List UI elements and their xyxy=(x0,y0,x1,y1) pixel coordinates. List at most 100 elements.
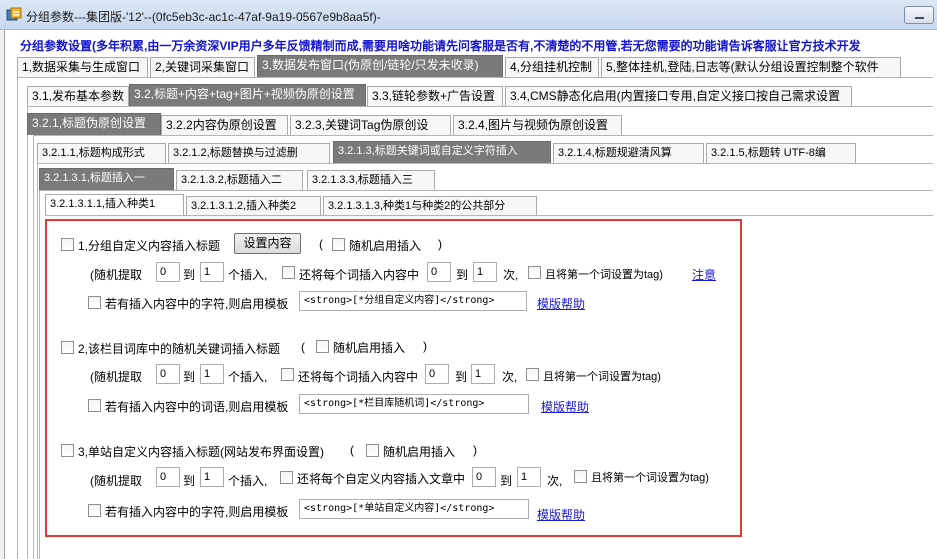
section3-template-input[interactable]: <strong>[*单站自定义内容]</strong> xyxy=(299,499,529,519)
section1-repeat-max-input[interactable]: 1 xyxy=(473,262,497,282)
tab-keyword-collection[interactable]: 2,关键词采集窗口 xyxy=(150,57,255,77)
tab-title-avoid[interactable]: 3.2.1.4,标题规避清风算 xyxy=(553,143,704,163)
tab-insert-type-1[interactable]: 3.2.1.3.1.1,插入种类1 xyxy=(45,194,184,215)
section1-help-link[interactable]: 模版帮助 xyxy=(537,295,585,312)
tab-publish-basic[interactable]: 3.1,发布基本参数 xyxy=(27,86,129,106)
window-title: 分组参数---集团版-'12'--(0fc5eb3c-ac1c-47af-9a1… xyxy=(26,10,381,24)
section1-note-link[interactable]: 注意 xyxy=(692,266,716,283)
tab-overall-hosting[interactable]: 5,整体挂机,登陆,日志等(默认分组设置控制整个软件 xyxy=(601,57,901,77)
section3-title: 3,单站自定义内容插入标题(网站发布界面设置) xyxy=(78,445,325,459)
tab-insert-type-2[interactable]: 3.2.1.3.1.2,插入种类2 xyxy=(186,196,321,216)
section2-tag-checkbox[interactable] xyxy=(526,368,539,381)
section1-unit-times: 次, xyxy=(503,268,519,282)
section2-repeat-to-label: 到 xyxy=(455,370,468,384)
section3-repeat-min-input[interactable]: 0 xyxy=(472,467,496,487)
window-titlebar: 分组参数---集团版-'12'--(0fc5eb3c-ac1c-47af-9a1… xyxy=(0,0,937,30)
section1-template-checkbox[interactable] xyxy=(88,296,101,309)
tab-group-hosting[interactable]: 4,分组挂机控制 xyxy=(505,57,599,77)
section3-unit-times: 次, xyxy=(547,474,563,488)
tab-keyword-tag-pseudo[interactable]: 3.2.3,关键词Tag伪原创设 xyxy=(290,115,451,135)
section2-repeat-min-input[interactable]: 0 xyxy=(425,364,449,384)
minimize-button[interactable] xyxy=(904,6,934,24)
section2-help-link[interactable]: 模版帮助 xyxy=(541,398,589,415)
minimize-icon xyxy=(915,17,924,19)
section1-min-input[interactable]: 0 xyxy=(156,262,180,282)
section1-random-enable-label: 随机启用插入 xyxy=(349,239,422,253)
section2-unit-insert: 个插入, xyxy=(228,370,268,384)
section2-max-input[interactable]: 1 xyxy=(200,364,224,384)
section2-tag-label: 且将第一个词设置为tag) xyxy=(543,371,661,383)
section2-template-input[interactable]: <strong>[*栏目库随机词]</strong> xyxy=(299,394,529,414)
section2-to-label: 到 xyxy=(183,370,196,384)
section3-max-input[interactable]: 1 xyxy=(200,467,224,487)
section3-unit-insert: 个插入, xyxy=(228,474,268,488)
section1-setting-button[interactable]: 设置内容 xyxy=(234,233,301,254)
section2-close-paren: ) xyxy=(423,339,427,353)
section3-random-enable-label: 随机启用插入 xyxy=(383,445,456,459)
section1-random-pick-label: (随机提取 xyxy=(90,268,142,282)
tab-title-structure[interactable]: 3.2.1.1,标题构成形式 xyxy=(37,143,166,163)
section3-repeat-checkbox[interactable] xyxy=(280,471,293,484)
section2-enable-checkbox[interactable] xyxy=(61,341,74,354)
section2-random-enable-checkbox[interactable] xyxy=(316,340,329,353)
tab-title-insert-two[interactable]: 3.2.1.3.2,标题插入二 xyxy=(176,170,303,190)
section2-title: 2,该栏目词库中的随机关键词插入标题 xyxy=(78,342,281,356)
section3-repeat-max-input[interactable]: 1 xyxy=(517,467,541,487)
section3-enable-checkbox[interactable] xyxy=(61,444,74,457)
section1-tag-label: 且将第一个词设置为tag) xyxy=(545,269,663,281)
tab-title-insert[interactable]: 3.2.1.3,标题关键词或自定义字符插入 xyxy=(333,141,551,163)
section2-open-paren: ( xyxy=(301,340,305,354)
tab-image-video-pseudo[interactable]: 3.2.4,图片与视频伪原创设置 xyxy=(453,115,622,135)
section1-tag-checkbox[interactable] xyxy=(528,266,541,279)
section2-template-label: 若有插入内容中的词语,则启用模板 xyxy=(105,400,289,414)
section1-to-label: 到 xyxy=(183,268,196,282)
section3-repeat-label: 还将每个自定义内容插入文章中 xyxy=(297,472,466,486)
section2-random-enable-label: 随机启用插入 xyxy=(333,341,406,355)
section1-max-input[interactable]: 1 xyxy=(200,262,224,282)
tab-cms-static[interactable]: 3.4,CMS静态化启用(内置接口专用,自定义接口按自己需求设置 xyxy=(505,86,852,106)
section2-repeat-max-input[interactable]: 1 xyxy=(471,364,495,384)
tab-insert-common[interactable]: 3.2.1.3.1.3,种类1与种类2的公共部分 xyxy=(323,196,537,216)
section3-template-checkbox[interactable] xyxy=(88,504,101,517)
section3-random-pick-label: (随机提取 xyxy=(90,474,142,488)
section1-title: 1,分组自定义内容插入标题 xyxy=(78,239,221,253)
section3-template-label: 若有插入内容中的字符,则启用模板 xyxy=(105,505,289,519)
section2-repeat-label: 还将每个词插入内容中 xyxy=(298,370,419,384)
tab-title-insert-three[interactable]: 3.2.1.3.3,标题插入三 xyxy=(307,170,435,190)
section1-template-input[interactable]: <strong>[*分组自定义内容]</strong> xyxy=(299,291,527,311)
section1-template-label: 若有插入内容中的字符,则启用模板 xyxy=(105,297,289,311)
section1-repeat-to-label: 到 xyxy=(456,268,469,282)
section2-unit-times: 次, xyxy=(502,370,518,384)
section2-min-input[interactable]: 0 xyxy=(156,364,180,384)
tab-data-collection[interactable]: 1,数据采集与生成窗口 xyxy=(17,57,148,77)
section3-tag-label: 且将第一个词设置为tag) xyxy=(591,472,709,484)
section1-repeat-label: 还将每个词插入内容中 xyxy=(299,268,420,282)
section3-min-input[interactable]: 0 xyxy=(156,467,180,487)
section3-random-enable-checkbox[interactable] xyxy=(366,444,379,457)
app-icon xyxy=(6,7,22,21)
tab-chain-ads[interactable]: 3.3,链轮参数+广告设置 xyxy=(367,86,503,106)
section3-open-paren: ( xyxy=(350,443,354,457)
section3-to-label: 到 xyxy=(183,474,196,488)
section2-random-pick-label: (随机提取 xyxy=(90,370,142,384)
section1-repeat-min-input[interactable]: 0 xyxy=(427,262,451,282)
tab-title-utf8[interactable]: 3.2.1.5,标题转 UTF-8编 xyxy=(706,143,856,163)
tab-title-insert-one[interactable]: 3.2.1.3.1,标题插入一 xyxy=(39,168,174,190)
section1-close-paren: ) xyxy=(438,237,442,251)
section1-unit-insert: 个插入, xyxy=(228,268,268,282)
section1-open-paren: ( xyxy=(319,237,323,251)
tab-title-content-pseudo[interactable]: 3.2,标题+内容+tag+图片+视频伪原创设置 xyxy=(129,84,366,106)
section2-template-checkbox[interactable] xyxy=(88,399,101,412)
section1-random-enable-checkbox[interactable] xyxy=(332,238,345,251)
tab-data-publish[interactable]: 3,数据发布窗口(伪原创/链轮/只发未收录) xyxy=(257,55,503,77)
section3-close-paren: ) xyxy=(473,443,477,457)
tab-title-pseudo[interactable]: 3.2.1,标题伪原创设置 xyxy=(27,113,161,135)
tab-title-replace[interactable]: 3.2.1.2,标题替换与过滤删 xyxy=(168,143,330,163)
section2-repeat-checkbox[interactable] xyxy=(281,368,294,381)
section1-enable-checkbox[interactable] xyxy=(61,238,74,251)
section3-tag-checkbox[interactable] xyxy=(574,470,587,483)
tab-content-pseudo[interactable]: 3.2.2内容伪原创设置 xyxy=(161,115,288,135)
section3-repeat-to-label: 到 xyxy=(500,474,513,488)
section1-repeat-checkbox[interactable] xyxy=(282,266,295,279)
section3-help-link[interactable]: 模版帮助 xyxy=(537,506,585,523)
